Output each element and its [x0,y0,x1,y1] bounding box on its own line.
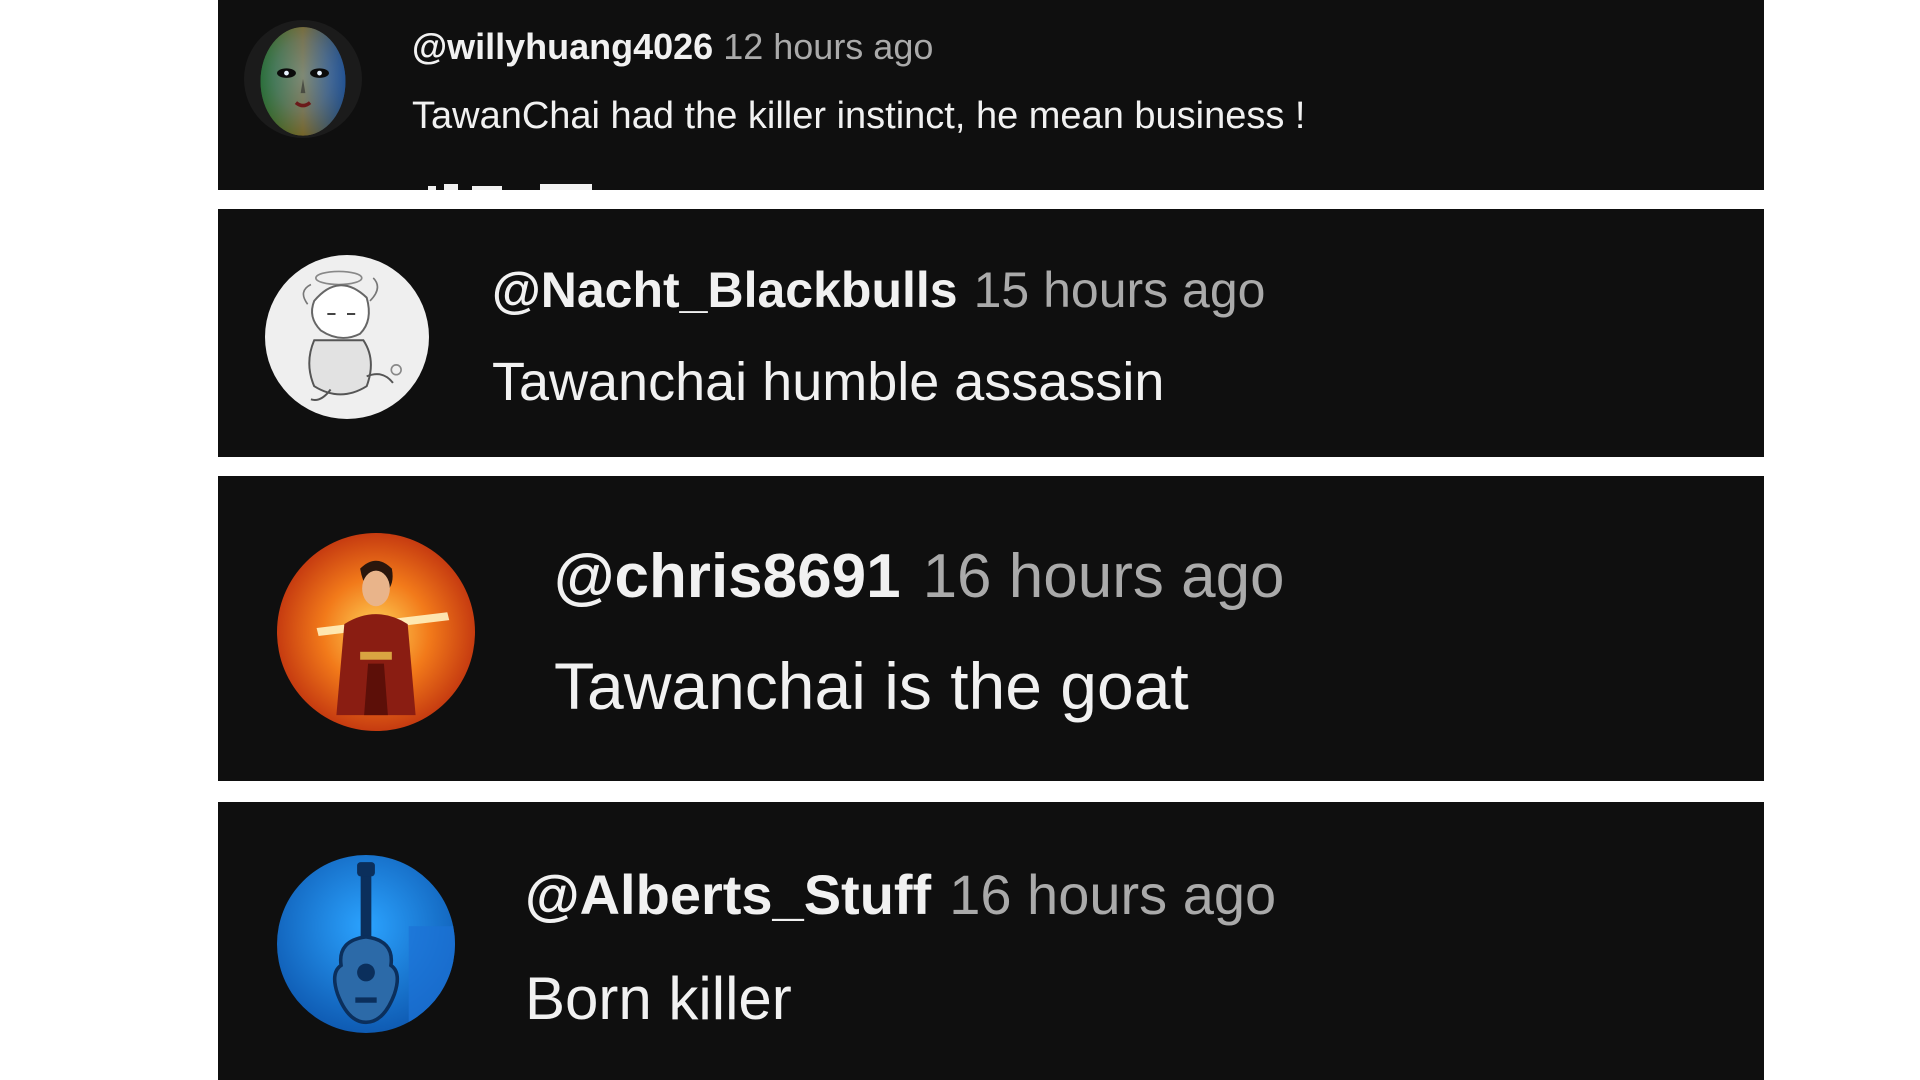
comments-screenshot: @willyhuang4026 12 hours ago TawanChai ha… [0,0,1920,1080]
comment-card: @Nacht_Blackbulls 15 hours ago Tawanchai … [218,209,1764,457]
avatar-image-sketch-icon [265,255,429,419]
comment-text: Tawanchai is the goat [554,649,1189,723]
username-link[interactable]: @chris8691 [554,542,901,611]
timestamp[interactable]: 16 hours ago [949,863,1276,926]
comment-meta: @Nacht_Blackbulls 15 hours ago [492,261,1265,319]
comment-text: TawanChai had the killer instinct, he me… [412,95,1306,137]
avatar[interactable] [244,20,362,138]
avatar[interactable] [277,855,455,1033]
comment-card: @Alberts_Stuff 16 hours ago Born killer [218,802,1764,1080]
timestamp[interactable]: 16 hours ago [923,542,1285,611]
avatar[interactable] [265,255,429,419]
timestamp[interactable]: 12 hours ago [723,26,933,67]
comment-text: Tawanchai humble assassin [492,352,1165,412]
timestamp[interactable]: 15 hours ago [974,262,1266,318]
reply-actions-cropped-icon [428,184,592,190]
avatar[interactable] [277,533,475,731]
comment-card: @chris8691 16 hours ago Tawanchai is the … [218,476,1764,781]
username-link[interactable]: @willyhuang4026 [412,26,713,67]
username-link[interactable]: @Nacht_Blackbulls [492,262,958,318]
comment-card: @willyhuang4026 12 hours ago TawanChai ha… [218,0,1764,190]
avatar-image-face-icon [244,20,362,138]
comment-meta: @willyhuang4026 12 hours ago [412,26,933,68]
comment-meta: @chris8691 16 hours ago [554,541,1285,612]
username-link[interactable]: @Alberts_Stuff [525,863,931,926]
comment-text: Born killer [525,965,792,1032]
avatar-image-guitar-icon [277,855,455,1033]
avatar-image-fire-warrior-icon [277,533,475,731]
comment-meta: @Alberts_Stuff 16 hours ago [525,862,1276,927]
